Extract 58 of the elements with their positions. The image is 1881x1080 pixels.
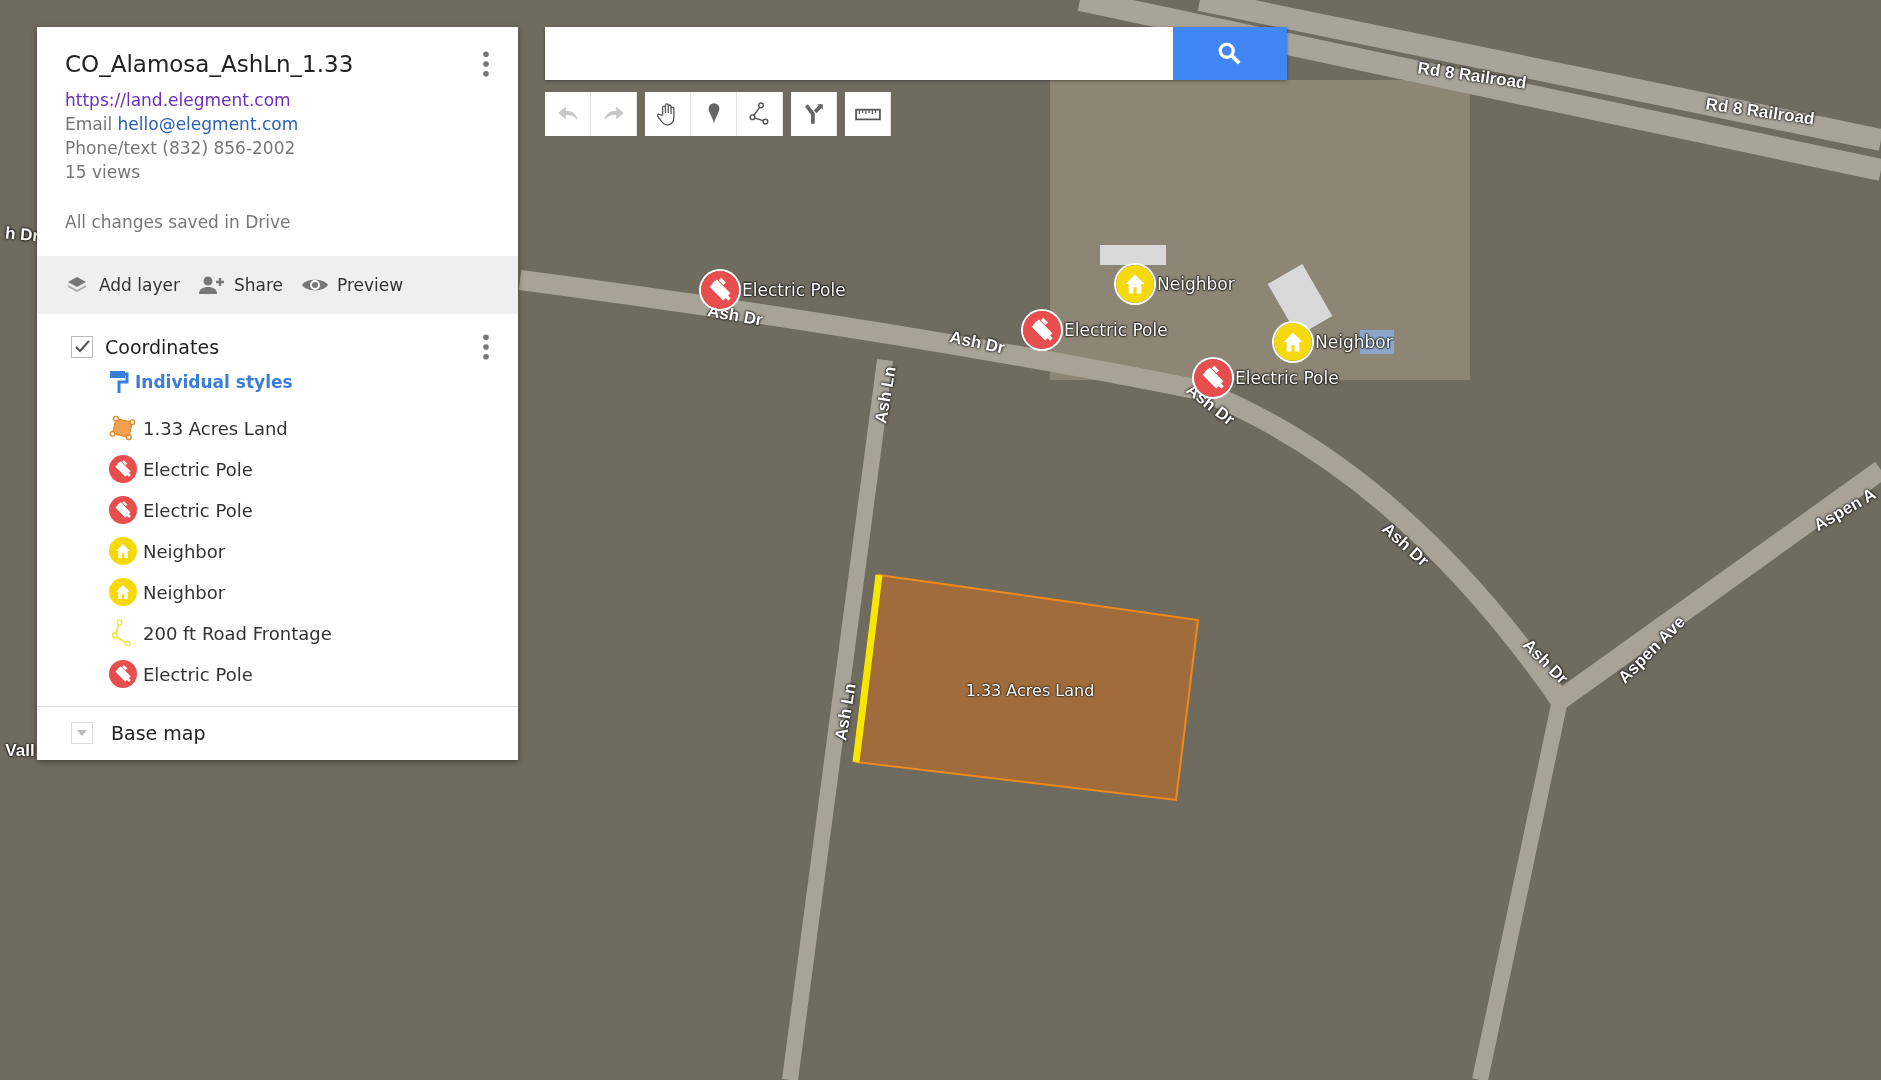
house-icon [109, 578, 137, 606]
parcel-label: 1.33 Acres Land [965, 680, 1095, 700]
feature-item[interactable]: Neighbor [143, 540, 226, 562]
search-field[interactable] [545, 27, 1173, 80]
share-button[interactable]: Share [197, 273, 284, 297]
road-label: Rd 8 Railroad [1704, 94, 1816, 130]
base-map-label[interactable]: Base map [111, 722, 206, 744]
house-icon [1274, 323, 1312, 361]
map-title[interactable]: CO_Alamosa_AshLn_1.33 [65, 51, 354, 77]
preview-button[interactable]: Preview [301, 273, 404, 297]
marker-label: Electric Pole [1064, 320, 1168, 340]
email-label: Email [65, 114, 113, 134]
plug-icon [1023, 311, 1061, 349]
road-label: Vall [5, 741, 35, 761]
base-map-toggle[interactable] [71, 722, 93, 744]
marker-label: Electric Pole [1235, 368, 1339, 388]
layer-name[interactable]: Coordinates [105, 336, 470, 358]
feature-item[interactable]: 1.33 Acres Land [143, 417, 288, 439]
view-count: 15 views [65, 161, 142, 184]
save-status: All changes saved in Drive [65, 211, 292, 234]
road-label: Rd 8 Railroad [1416, 58, 1528, 94]
route-tool-button[interactable] [791, 92, 837, 136]
search-icon [1217, 40, 1243, 67]
add-layer-button[interactable]: Add layer [63, 273, 180, 297]
plug-icon [109, 660, 137, 688]
land-parcel[interactable] [854, 573, 1200, 802]
feature-item[interactable]: Electric Pole [143, 499, 253, 521]
marker-tool-button[interactable] [691, 92, 737, 136]
caret-icon [77, 730, 87, 736]
plug-icon [109, 455, 137, 483]
polygon-icon [109, 414, 137, 442]
paint-roller-icon [109, 370, 129, 394]
feature-item[interactable]: Electric Pole [143, 663, 253, 685]
marker-label: Electric Pole [742, 280, 846, 300]
line-tool-button[interactable] [737, 92, 783, 136]
road-label: Ash Ln [871, 364, 901, 426]
house-icon [109, 537, 137, 565]
road-label: h Dr [4, 223, 40, 247]
road-label: Ash Ln [831, 681, 861, 743]
layer-options-icon[interactable] [482, 334, 490, 360]
hand-tool-button[interactable] [645, 92, 691, 136]
search-button[interactable] [1173, 27, 1287, 80]
phone-text: Phone/text (832) 856-2002 [65, 137, 297, 160]
plug-icon [109, 496, 137, 524]
feature-item[interactable]: 200 ft Road Frontage [143, 622, 332, 644]
road-label: Ash Dr [947, 327, 1007, 359]
more-options-icon[interactable] [482, 51, 490, 77]
email-link[interactable]: hello@elegment.com [117, 114, 299, 134]
layer-checkbox[interactable] [71, 336, 93, 358]
feature-item[interactable]: Electric Pole [143, 458, 253, 480]
road-label: Ash Dr [1377, 518, 1433, 572]
feature-item[interactable]: Neighbor [143, 581, 226, 603]
ruler-tool-button[interactable] [845, 92, 891, 136]
road-label: Ash Dr [1518, 635, 1572, 689]
website-link[interactable]: https://land.elegment.com [65, 89, 490, 112]
house-icon [1116, 265, 1154, 303]
marker-label: Neighbor [1157, 274, 1235, 294]
individual-styles-link[interactable]: Individual styles [109, 370, 490, 394]
